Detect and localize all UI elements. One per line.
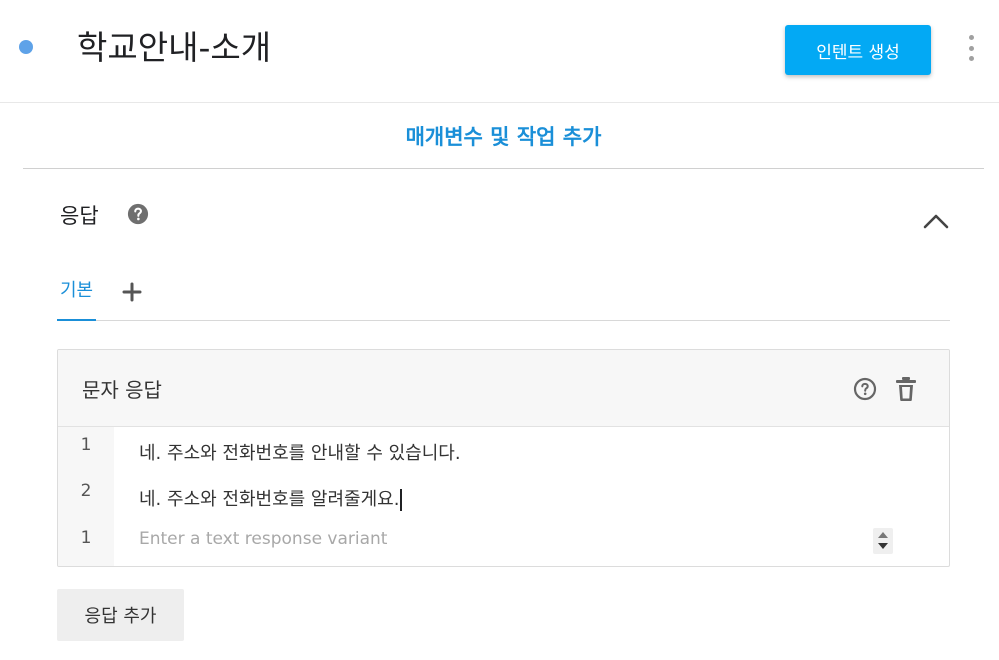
help-outline-icon[interactable] [853, 377, 877, 401]
row-number: 1 [80, 435, 92, 455]
intent-title[interactable]: 학교안내-소개 [77, 26, 271, 70]
responses-title: 응답 [60, 204, 99, 228]
new-response-row[interactable]: 1 [58, 520, 949, 566]
help-circle-icon[interactable] [127, 203, 149, 225]
response-row[interactable]: 2 네. 주소와 전화번호를 알려줄게요. [58, 473, 949, 519]
plus-icon[interactable] [120, 280, 144, 304]
text-response-card: 문자 응답 1 네. 주소와 전화번호를 안내할 수 있습니다. 2 네. 주소… [57, 349, 950, 567]
spinner-up-icon[interactable] [878, 532, 888, 538]
response-row[interactable]: 1 네. 주소와 전화번호를 안내할 수 있습니다. [58, 427, 949, 473]
row-number: 1 [80, 528, 92, 548]
more-options-icon[interactable] [962, 35, 980, 61]
response-text-active[interactable]: 네. 주소와 전화번호를 알려줄게요. [139, 485, 403, 511]
create-intent-button[interactable]: 인텐트 생성 [785, 25, 931, 75]
tab-default[interactable]: 기본 [57, 270, 96, 321]
text-response-header: 문자 응답 [58, 350, 949, 427]
status-dot [19, 40, 33, 54]
spinner-down-icon[interactable] [878, 543, 888, 549]
response-text[interactable]: 네. 주소와 전화번호를 안내할 수 있습니다. [139, 439, 461, 465]
row-spinner[interactable] [873, 528, 893, 554]
add-params-section: 매개변수 및 작업 추가 [23, 103, 984, 169]
text-response-title: 문자 응답 [82, 378, 162, 402]
trash-icon[interactable] [895, 376, 917, 402]
response-text: 네. 주소와 전화번호를 알려줄게요. [139, 489, 400, 510]
text-cursor [400, 489, 403, 511]
intent-header: 학교안내-소개 인텐트 생성 [0, 0, 999, 103]
chevron-up-icon[interactable] [921, 210, 951, 232]
add-params-link[interactable]: 매개변수 및 작업 추가 [406, 121, 602, 151]
response-variant-input[interactable] [139, 524, 879, 554]
response-tabs: 기본 [57, 270, 950, 321]
row-number: 2 [80, 481, 92, 501]
add-response-button[interactable]: 응답 추가 [57, 589, 184, 641]
